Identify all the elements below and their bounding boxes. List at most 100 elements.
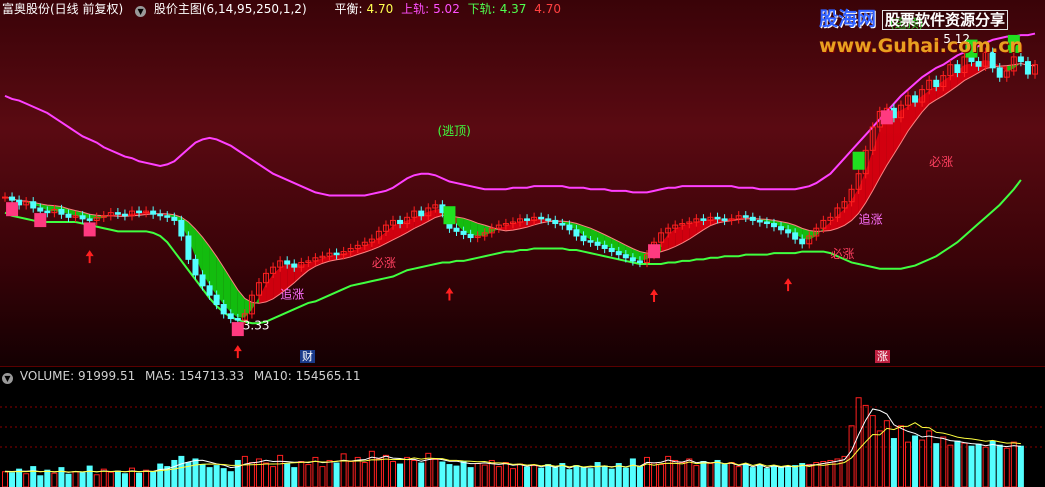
- volume-bar: [786, 467, 791, 487]
- volume-bar: [990, 441, 995, 487]
- watermark-url: www.Guhai.com.cn: [819, 35, 1041, 57]
- candle-body: [722, 219, 727, 221]
- stock-name: 富奥股份(日线 前复权): [2, 2, 123, 16]
- volume-bar: [539, 468, 544, 487]
- ma5-label: MA5:: [145, 369, 175, 383]
- volume-bar: [334, 463, 339, 487]
- candle-body: [200, 275, 205, 286]
- volume-bar: [680, 463, 685, 487]
- candle-body: [997, 68, 1002, 77]
- candle-body: [771, 224, 776, 227]
- volume-bar: [750, 468, 755, 487]
- volume-bar: [475, 464, 480, 487]
- ribbon-up-segment: [259, 284, 266, 304]
- ma10-label: MA10:: [254, 369, 292, 383]
- volume-bar: [115, 471, 120, 487]
- candle-body: [31, 202, 36, 208]
- last-value: 4.70: [534, 2, 561, 16]
- volume-bar: [757, 465, 762, 487]
- ma5-value: 154713.33: [179, 369, 244, 383]
- candle-body: [193, 259, 198, 275]
- volume-bar: [546, 465, 551, 487]
- volume-bar: [362, 463, 367, 487]
- sell-signal-block: [853, 152, 865, 170]
- volume-bar: [510, 469, 515, 487]
- candle-body: [292, 264, 297, 267]
- volume-bar: [80, 473, 85, 487]
- volume-bar: [200, 465, 205, 487]
- mid-value: 4.70: [367, 2, 394, 16]
- volume-bar: [997, 445, 1002, 487]
- volume-bar: [1018, 446, 1023, 487]
- chase-up-label: 追涨: [280, 286, 304, 301]
- volume-bar: [927, 431, 932, 487]
- volume-bar: [179, 456, 184, 487]
- finance-marker[interactable]: 财: [300, 350, 315, 363]
- volume-bar: [518, 464, 523, 487]
- price-chart-panel[interactable]: (逃顶)(逃顶)追涨追涨必涨必涨必涨3.335.12 富奥股份(日线 前复权) …: [0, 0, 1045, 366]
- volume-bar: [934, 444, 939, 487]
- watermark-subtitle: 股票软件资源分享: [882, 10, 1008, 30]
- volume-bar: [807, 465, 812, 487]
- ribbon-up-segment: [287, 264, 294, 288]
- candle-body: [454, 228, 459, 231]
- sell-signal-block: [443, 206, 455, 224]
- volume-bar: [193, 459, 198, 487]
- ribbon-up-segment: [866, 150, 873, 202]
- buy-signal-block: [84, 222, 96, 236]
- volume-bar: [525, 467, 530, 487]
- volume-bar: [637, 467, 642, 487]
- volume-value: 91999.51: [78, 369, 135, 383]
- candle-body: [45, 211, 50, 213]
- volume-bar: [948, 445, 953, 487]
- volume-bar: [454, 466, 459, 487]
- volume-bar: [45, 470, 50, 487]
- candle-body: [609, 248, 614, 251]
- volume-bar: [172, 460, 177, 487]
- volume-bar: [884, 421, 889, 487]
- candle-body: [1025, 62, 1030, 74]
- circle-chevron-icon[interactable]: ▼: [135, 6, 146, 17]
- buy-signal-block: [6, 202, 18, 216]
- candle-body: [616, 252, 621, 255]
- watermark-brand: 股海网: [819, 8, 876, 30]
- volume-bar: [560, 464, 565, 487]
- volume-bar: [616, 464, 621, 487]
- candle-body: [80, 216, 85, 219]
- candle-body: [334, 253, 339, 255]
- volume-chart: [0, 367, 1045, 487]
- volume-bar: [941, 437, 946, 487]
- volume-bar: [144, 470, 149, 487]
- lower-value: 4.37: [500, 2, 527, 16]
- limit-marker[interactable]: 涨: [875, 350, 890, 363]
- volume-bar: [489, 460, 494, 487]
- volume-bar: [235, 460, 240, 487]
- candle-body: [757, 220, 762, 222]
- candle-body: [764, 222, 769, 224]
- volume-bar: [630, 459, 635, 487]
- candle-body: [122, 214, 127, 216]
- volume-panel[interactable]: ▼ VOLUME: 91999.51 MA5: 154713.33 MA10: …: [0, 366, 1045, 487]
- volume-bar: [814, 463, 819, 487]
- ribbon-down-segment: [809, 230, 816, 239]
- upper-label: 上轨:: [401, 2, 429, 16]
- volume-bar: [962, 443, 967, 487]
- up-arrow-icon: [234, 345, 242, 358]
- candle-body: [574, 230, 579, 236]
- candle-body: [553, 220, 558, 223]
- volume-bar: [306, 465, 311, 487]
- volume-bar: [3, 472, 8, 487]
- indicator-name[interactable]: 股价主图(6,14,95,250,1,2): [154, 2, 307, 16]
- volume-bar: [1004, 448, 1009, 487]
- volume-bar: [433, 459, 438, 487]
- chase-up-label: 追涨: [859, 212, 883, 227]
- must-rise-label: 必涨: [372, 255, 396, 270]
- volume-bar: [623, 468, 628, 487]
- candle-body: [588, 241, 593, 243]
- candle-body: [207, 286, 212, 295]
- candle-body: [779, 227, 784, 230]
- volume-bar: [708, 464, 713, 487]
- circle-chevron-icon[interactable]: ▼: [2, 373, 13, 384]
- candle-body: [87, 219, 92, 221]
- candle-body: [285, 261, 290, 264]
